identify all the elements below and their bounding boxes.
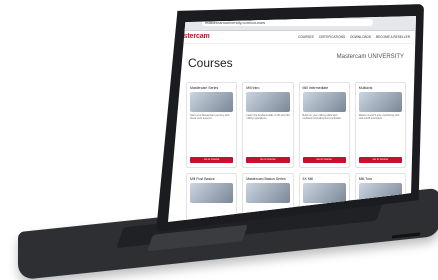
course-image [190,92,234,112]
course-image [358,92,402,112]
course-card[interactable]: Mastercam Series Start your Mastercam jo… [186,82,238,168]
course-title: Mill Intermediate [302,86,329,90]
course-title: Mastercam Basics Series [246,177,286,181]
course-card[interactable]: Mill Intermediate Build on your milling … [298,82,350,168]
nav-menu: COURSES CERTIFICATIONS DOWNLOADS BECOME … [298,35,410,39]
course-description: Build on your milling skills with multia… [302,114,342,120]
go-to-course-button[interactable]: Go to Course [190,157,234,163]
go-to-course-button[interactable]: Go to Course [246,157,290,163]
course-card[interactable]: Mill Intro Learn the fundamentals of 2D … [242,82,294,168]
course-title: Multiaxis [358,86,373,90]
course-title: 5X Mill [302,177,314,181]
course-image [190,183,234,203]
site-nav: Mastercam COURSES CERTIFICATIONS DOWNLOA… [168,30,416,44]
course-description: Start your Mastercam journey with these … [190,114,230,120]
go-to-course-button[interactable]: Go to Course [302,157,346,163]
nav-item-certifications[interactable]: CERTIFICATIONS [319,35,345,39]
laptop-screen: mastercamuniversity.com/courses Masterca… [168,16,416,222]
course-description: Learn the fundamentals of 2D and 3D mill… [246,114,290,120]
course-title: Mill Post Basics [190,177,215,181]
course-card[interactable]: Mill Post Basics [186,173,238,221]
nav-item-downloads[interactable]: DOWNLOADS [350,35,371,39]
university-logo: Mastercam UNIVERSITY [336,54,404,60]
laptop-device: mastercamuniversity.com/courses Masterca… [0,0,438,280]
course-title: Mill-Turn [358,177,373,181]
course-title: Mill Intro [246,86,260,90]
go-to-course-button[interactable]: Go to Course [358,157,402,163]
course-image [246,183,290,203]
course-image [302,92,346,112]
course-description: Master 4 and 5 axis machining with real-… [358,114,400,120]
nav-item-reseller[interactable]: BECOME A RESELLER [376,35,410,39]
course-title: Mastercam Series [190,86,219,90]
nav-item-courses[interactable]: COURSES [298,35,314,39]
page-title: Courses [188,56,233,70]
course-grid: Mastercam Series Start your Mastercam jo… [186,82,406,221]
course-card[interactable]: Multiaxis Master 4 and 5 axis machining … [354,82,406,168]
course-image [246,92,290,112]
course-image [302,183,346,203]
